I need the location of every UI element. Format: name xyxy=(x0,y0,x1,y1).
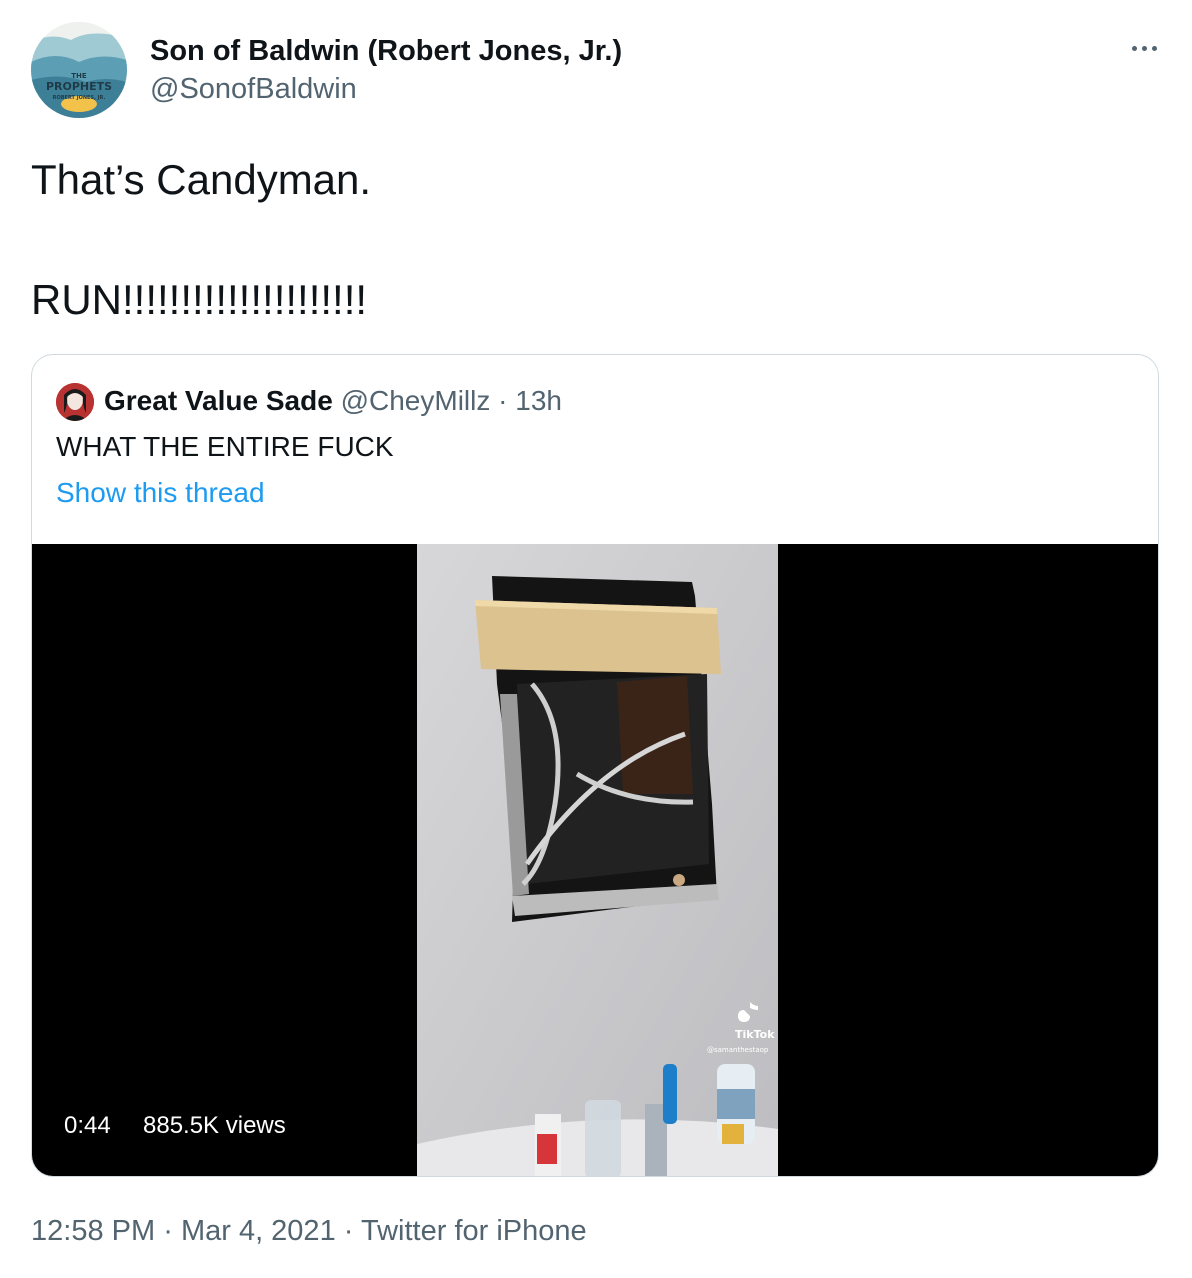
more-dot xyxy=(1141,45,1147,51)
quoted-tweet-text: WHAT THE ENTIRE FUCK xyxy=(56,431,394,462)
meta-separator: · xyxy=(343,1215,354,1247)
video-views: 885.5K views xyxy=(143,1112,286,1139)
show-thread-link[interactable]: Show this thread xyxy=(56,475,265,511)
quoted-tweet-card[interactable]: Great Value Sade @CheyMillz · 13h WHAT T… xyxy=(31,354,1159,1177)
quoted-time[interactable]: 13h xyxy=(515,385,562,416)
quoted-author-handle[interactable]: @CheyMillz xyxy=(341,385,491,416)
author-handle[interactable]: @SonofBaldwin xyxy=(150,71,357,107)
tweet-text-line2: RUN!!!!!!!!!!!!!!!!!!!!! xyxy=(31,276,368,323)
tweet-time[interactable]: 12:58 PM xyxy=(31,1215,155,1247)
book-cover-avatar: THE PROPHETS ROBERT JONES, JR. xyxy=(31,22,127,118)
avatar-title-line2: PROPHETS xyxy=(46,80,112,93)
meta-separator: · xyxy=(163,1215,173,1247)
video-thumbnail: TikTok @samanthestaop xyxy=(417,544,778,1176)
tweet: THE PROPHETS ROBERT JONES, JR. Son of Ba… xyxy=(0,0,1192,1278)
video-duration: 0:44 xyxy=(64,1112,111,1139)
quoted-avatar-photo xyxy=(56,383,94,421)
more-dot xyxy=(1131,45,1137,51)
more-dot xyxy=(1151,45,1157,51)
avatar-title-line1: THE xyxy=(71,72,87,80)
tweet-date[interactable]: Mar 4, 2021 xyxy=(181,1215,336,1247)
avatar-subtitle: ROBERT JONES, JR. xyxy=(53,95,106,101)
tweet-text-line1: That’s Candyman. xyxy=(31,156,372,203)
quoted-separator: · xyxy=(498,385,508,416)
quoted-author-name[interactable]: Great Value Sade xyxy=(104,385,333,416)
tweet-metadata: 12:58 PM · Mar 4, 2021 · Twitter for iPh… xyxy=(31,1211,587,1251)
tweet-source[interactable]: Twitter for iPhone xyxy=(361,1215,587,1247)
quoted-header: Great Value Sade @CheyMillz · 13h xyxy=(104,383,562,419)
more-options-icon[interactable] xyxy=(1122,36,1166,60)
author-name[interactable]: Son of Baldwin (Robert Jones, Jr.) xyxy=(150,33,622,69)
video-frame: TikTok @samanthestaop xyxy=(417,544,778,1176)
author-avatar[interactable]: THE PROPHETS ROBERT JONES, JR. xyxy=(31,22,127,118)
quoted-author-avatar[interactable] xyxy=(56,383,94,421)
video-player[interactable]: TikTok @samanthestaop 0:44 885.5K views xyxy=(32,544,1158,1176)
video-watermark-brand: TikTok xyxy=(735,1028,775,1041)
video-watermark-user: @samanthestaop xyxy=(707,1046,769,1054)
